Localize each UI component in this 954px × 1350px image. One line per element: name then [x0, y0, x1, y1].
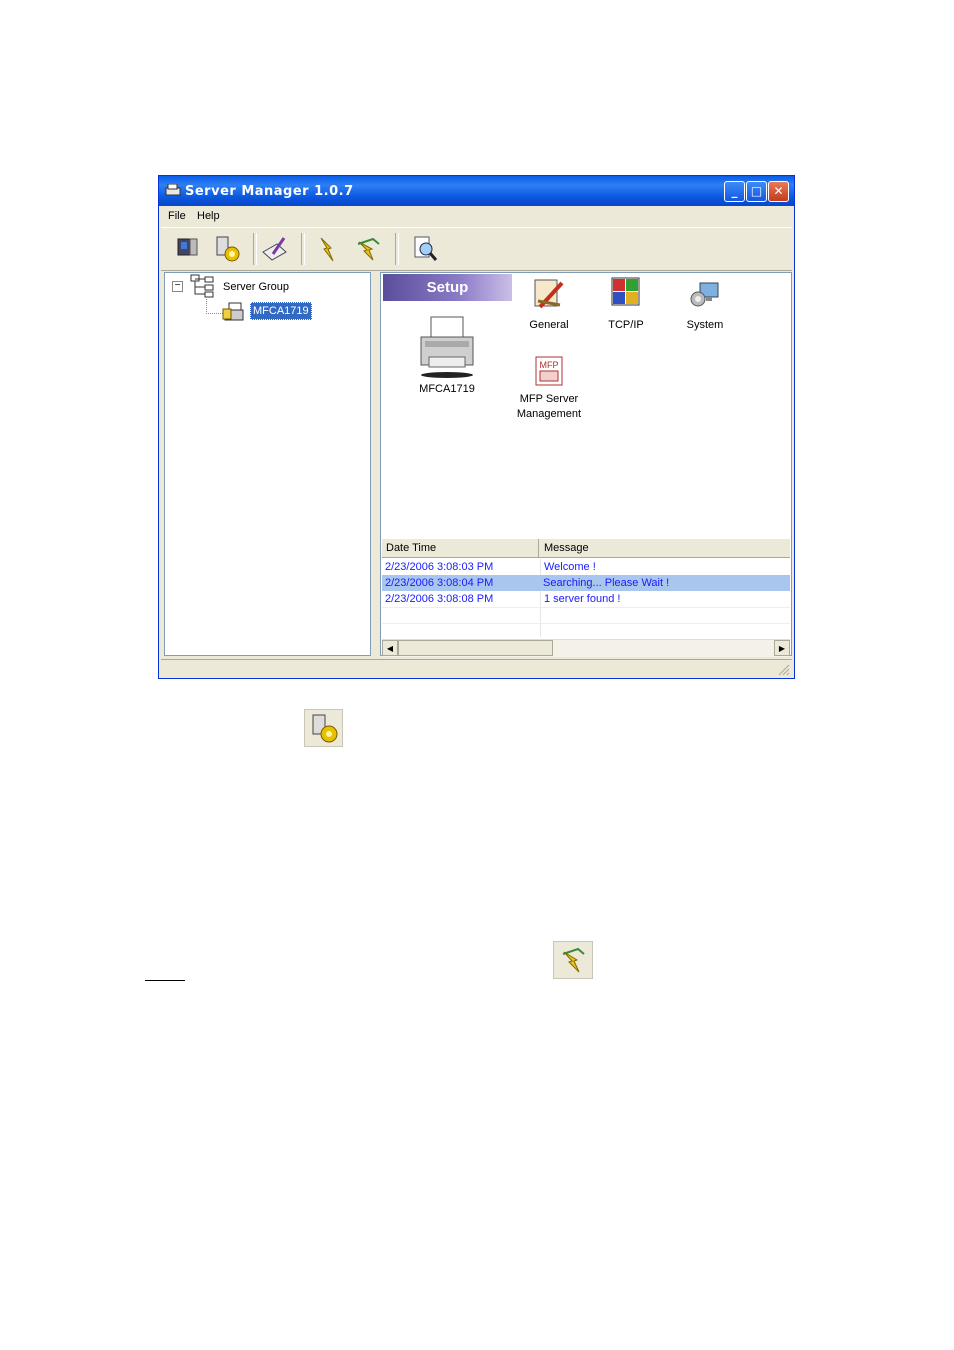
minimize-button[interactable]: _	[724, 181, 745, 202]
log-row[interactable]: 2/23/2006 3:08:08 PM 1 server found !	[382, 591, 790, 608]
server-manager-window: Server Manager 1.0.7 _ □ ✕ File Help − S…	[158, 175, 795, 679]
scroll-thumb[interactable]	[398, 640, 553, 656]
disconnect-icon	[562, 947, 585, 973]
title-bar[interactable]: Server Manager 1.0.7 _ □ ✕	[159, 176, 794, 206]
log-datetime: 2/23/2006 3:08:08 PM	[385, 593, 494, 605]
window-title: Server Manager 1.0.7	[185, 184, 354, 199]
mfp-label-line2: Management	[516, 408, 582, 420]
toolbar-separator	[395, 233, 399, 265]
setup-banner: Setup	[383, 274, 512, 301]
search-icon	[414, 236, 438, 261]
scroll-right-button[interactable]: ▶	[774, 640, 790, 656]
device-item[interactable]: MFCA1719	[407, 313, 487, 395]
server-settings-toolbar-button[interactable]	[213, 234, 243, 264]
log-row[interactable]: 2/23/2006 3:08:03 PM Welcome !	[382, 559, 790, 575]
system-item[interactable]: System	[676, 277, 734, 331]
configure-icon	[262, 237, 287, 261]
server-settings-icon	[312, 714, 338, 743]
horizontal-scrollbar[interactable]: ◀ ▶	[382, 639, 790, 657]
tree-expander[interactable]: −	[172, 281, 183, 292]
resize-grip-icon[interactable]	[778, 664, 790, 676]
system-computer-icon	[690, 282, 719, 307]
log-message: Welcome !	[540, 559, 790, 575]
log-message: Searching... Please Wait !	[543, 577, 670, 589]
close-button[interactable]: ✕	[768, 181, 789, 202]
general-item[interactable]: General	[521, 277, 577, 331]
column-datetime[interactable]: Date Time	[382, 539, 539, 557]
large-printer-icon	[420, 316, 474, 378]
underline-mark	[145, 980, 185, 981]
menu-file[interactable]: File	[168, 210, 186, 222]
general-label: General	[529, 319, 569, 331]
tree-node-selected[interactable]: MFCA1719	[250, 302, 312, 320]
log-header: Date Time Message	[382, 539, 790, 558]
tcpip-item[interactable]: TCP/IP	[601, 277, 651, 331]
disconnect-icon	[357, 237, 380, 261]
configure-toolbar-button[interactable]	[259, 234, 289, 264]
server-settings-icon	[216, 236, 240, 262]
log-datetime: 2/23/2006 3:08:04 PM	[385, 577, 494, 589]
row-divider	[382, 623, 790, 624]
menu-help[interactable]: Help	[197, 210, 220, 222]
server-settings-button-sample	[304, 709, 343, 747]
tcpip-label: TCP/IP	[608, 319, 644, 331]
disconnect-toolbar-button[interactable]	[353, 234, 383, 264]
tcpip-network-icon	[611, 277, 640, 306]
system-label: System	[686, 319, 724, 331]
disconnect-button-sample	[553, 941, 593, 979]
toolbar	[161, 227, 792, 271]
mfp-label-line1: MFP Server	[519, 393, 579, 405]
mfp-icon: MFP	[535, 356, 563, 386]
mfp-management-item[interactable]: MFP MFP Server Management	[511, 355, 587, 422]
lightning-toolbar-button[interactable]	[313, 234, 343, 264]
log-message: 1 server found !	[540, 591, 790, 607]
log-row-selected[interactable]: 2/23/2006 3:08:04 PM Searching... Please…	[382, 575, 790, 591]
monitor-toolbar-button[interactable]	[173, 234, 203, 264]
menu-bar: File Help	[161, 206, 792, 226]
tree-root-label[interactable]: Server Group	[223, 281, 289, 293]
monitor-icon	[177, 238, 198, 256]
server-group-icon	[190, 274, 214, 298]
setup-pane: Setup MFCA1719 General TCP/IP System MFP…	[380, 272, 792, 657]
log-datetime: 2/23/2006 3:08:03 PM	[385, 561, 494, 573]
mfp-badge-text: MFP	[540, 360, 559, 370]
scroll-left-button[interactable]: ◀	[382, 640, 398, 656]
column-message[interactable]: Message	[540, 539, 790, 557]
printer-node-icon	[222, 302, 244, 321]
lightning-icon	[320, 237, 334, 262]
toolbar-separator	[253, 233, 257, 265]
toolbar-separator	[301, 233, 305, 265]
log-list: Date Time Message 2/23/2006 3:08:03 PM W…	[382, 539, 790, 637]
printer-app-icon	[165, 184, 181, 196]
status-bar	[161, 659, 792, 678]
maximize-button[interactable]: □	[746, 181, 767, 202]
general-tools-icon	[534, 279, 564, 309]
server-tree: − Server Group MFCA1719	[164, 272, 371, 656]
device-label: MFCA1719	[419, 383, 475, 395]
search-toolbar-button[interactable]	[409, 234, 439, 264]
